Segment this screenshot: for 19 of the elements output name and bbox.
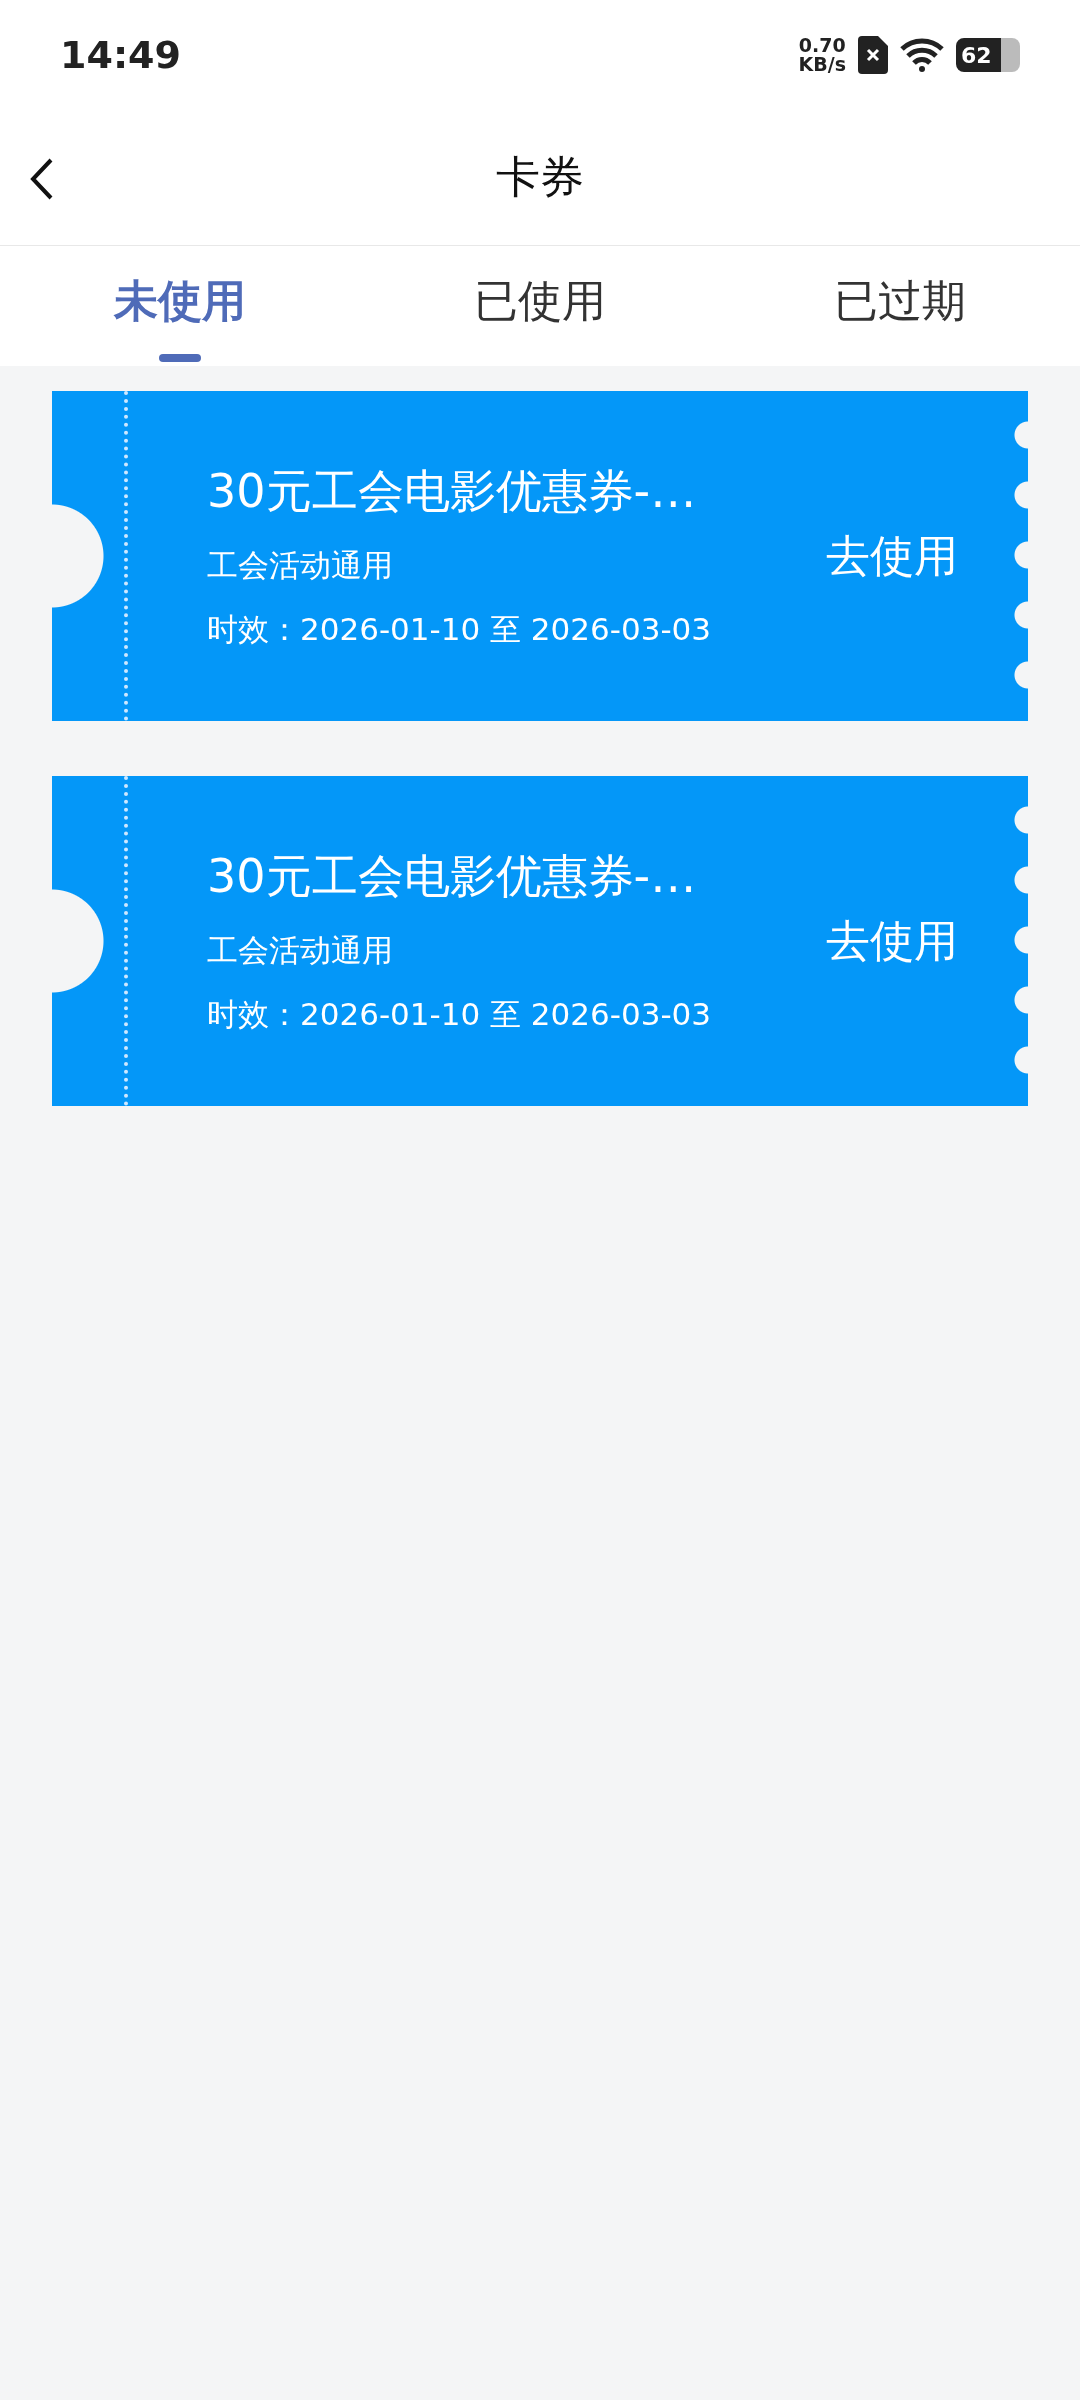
use-button[interactable]: 去使用 (826, 911, 958, 971)
tab[interactable]: 已使用 (360, 246, 720, 366)
back-icon[interactable] (30, 158, 54, 200)
status-time: 14:49 (60, 33, 181, 77)
coupon-scope: 工会活动通用 (207, 546, 394, 585)
coupon-title: 30元工会电影优惠券-… (207, 848, 698, 905)
tab[interactable]: 已过期 (720, 246, 1080, 366)
tab[interactable]: 未使用 (0, 246, 360, 366)
coupon-scope: 工会活动通用 (207, 931, 394, 970)
net-speed-unit: KB/s (798, 55, 846, 74)
coupon-validity: 时效：2026-01-10 至 2026-03-03 (207, 610, 713, 649)
net-speed: 0.70 (798, 36, 846, 55)
battery-percent: 62 (961, 42, 992, 68)
sim-icon (858, 36, 888, 74)
coupon-title: 30元工会电影优惠券-… (207, 463, 698, 520)
coupon-validity: 时效：2026-01-10 至 2026-03-03 (207, 995, 713, 1034)
page-title: 卡券 (496, 150, 584, 204)
use-button[interactable]: 去使用 (826, 526, 958, 586)
wifi-icon (900, 38, 944, 72)
